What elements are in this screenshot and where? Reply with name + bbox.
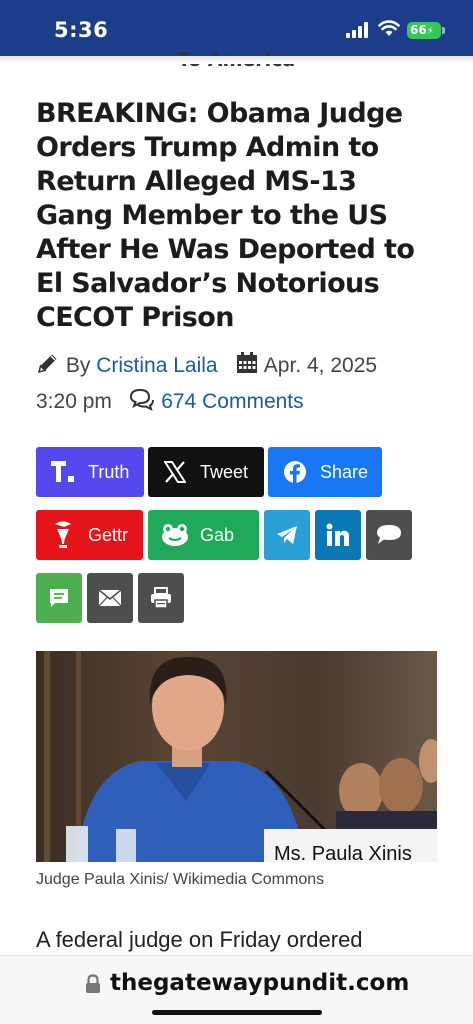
gab-icon bbox=[160, 523, 190, 547]
comments-icon bbox=[130, 388, 155, 411]
tweet-button[interactable]: Tweet bbox=[148, 447, 264, 497]
browser-url-bar[interactable]: thegatewaypundit.com bbox=[0, 955, 473, 1024]
linkedin-share-button[interactable] bbox=[315, 510, 361, 560]
gettr-label: Gettr bbox=[88, 524, 129, 545]
print-icon bbox=[151, 587, 171, 609]
message-share-button[interactable] bbox=[36, 573, 82, 623]
print-button[interactable] bbox=[138, 573, 184, 623]
status-time: 5:36 bbox=[54, 18, 109, 42]
pencil-icon bbox=[37, 354, 57, 374]
battery-level: 66 bbox=[410, 23, 427, 37]
sms-share-button[interactable] bbox=[366, 510, 412, 560]
sms-icon bbox=[377, 525, 401, 544]
cellular-signal-icon bbox=[346, 22, 372, 38]
truth-icon bbox=[48, 461, 78, 483]
article-meta: By Cristina Laila Apr. 4, 2025 3:20 pm 6… bbox=[36, 348, 446, 420]
lock-icon bbox=[86, 974, 100, 993]
truth-share-button[interactable]: Truth bbox=[36, 447, 144, 497]
photo-caption: Judge Paula Xinis/ Wikimedia Commons bbox=[36, 871, 325, 888]
email-share-button[interactable] bbox=[87, 573, 133, 623]
battery-indicator: 66⚡ bbox=[407, 22, 441, 39]
facebook-share-button[interactable]: Share bbox=[268, 447, 382, 497]
author-link[interactable]: Cristina Laila bbox=[96, 354, 217, 377]
battery-cap bbox=[442, 27, 445, 34]
email-icon bbox=[98, 589, 122, 607]
telegram-share-button[interactable] bbox=[264, 510, 310, 560]
gab-share-button[interactable]: Gab bbox=[148, 510, 259, 560]
photo-placard: Ms. Paula Xinis bbox=[274, 843, 412, 862]
gab-label: Gab bbox=[200, 524, 235, 545]
truth-label: Truth bbox=[88, 461, 130, 482]
tweet-label: Tweet bbox=[200, 461, 249, 482]
message-icon bbox=[50, 589, 68, 607]
article-date: Apr. 4, 2025 bbox=[263, 354, 378, 377]
url-text[interactable]: thegatewaypundit.com bbox=[110, 970, 409, 996]
home-indicator[interactable] bbox=[152, 1010, 322, 1015]
by-label: By bbox=[65, 354, 91, 377]
article-time: 3:20 pm bbox=[36, 390, 112, 413]
wifi-icon bbox=[378, 20, 400, 36]
gettr-icon bbox=[48, 520, 78, 550]
article-body-first-line: A federal judge on Friday ordered bbox=[36, 927, 363, 952]
telegram-icon bbox=[277, 526, 297, 544]
facebook-label: Share bbox=[320, 461, 369, 482]
article-photo: Ms. Paula Xinis bbox=[36, 651, 437, 862]
facebook-icon bbox=[280, 460, 310, 484]
x-icon bbox=[160, 461, 190, 483]
calendar-icon bbox=[237, 352, 258, 373]
article-headline: BREAKING: Obama Judge Orders Trump Admin… bbox=[36, 98, 415, 333]
linkedin-icon bbox=[326, 523, 349, 546]
header-shadow bbox=[0, 56, 473, 64]
comments-link[interactable]: 674 Comments bbox=[161, 390, 303, 413]
gettr-share-button[interactable]: Gettr bbox=[36, 510, 143, 560]
